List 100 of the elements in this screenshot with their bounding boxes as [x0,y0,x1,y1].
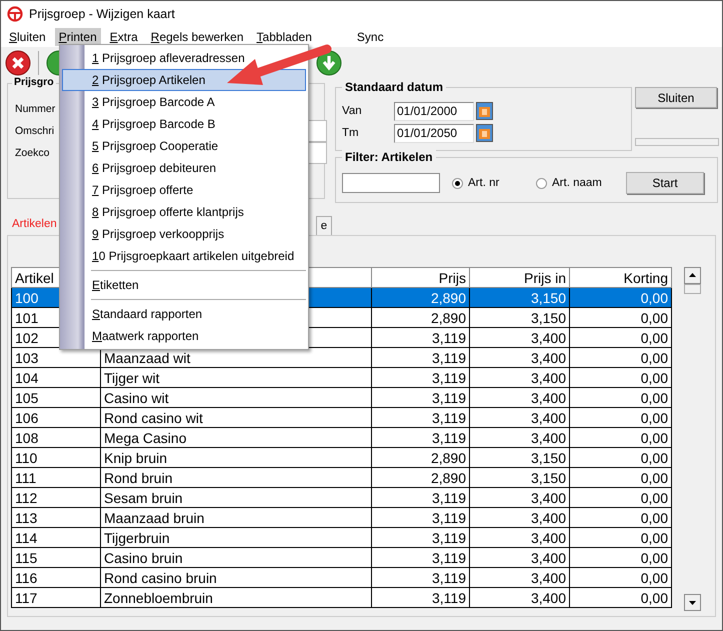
table-cell: 0,00 [640,350,668,366]
menu-bar-item[interactable]: Tabbladen [252,28,316,46]
table-cell: 3,119 [432,510,466,526]
table-cell: 3,119 [432,530,466,546]
search-field[interactable] [342,173,440,193]
table-row[interactable]: 117 Zonnebloembruin 3,119 3,400 0,00 [12,588,672,608]
menu-bar-item[interactable]: Printen [54,28,101,46]
table-cell: 0,00 [640,470,668,486]
table-cell: 3,150 [530,450,566,466]
table-cell: 0,00 [640,410,668,426]
table-cell: Sesam bruin [104,490,183,506]
scroll-thumb[interactable] [684,284,701,294]
table-row[interactable]: 104 Tijger wit 3,119 3,400 0,00 [12,368,672,388]
table-cell: 3,119 [432,570,466,586]
table-cell: 0,00 [640,530,668,546]
field-label: Van [341,105,363,117]
table-row[interactable]: 111 Rond bruin 2,890 3,150 0,00 [12,468,672,488]
table-cell: 3,119 [432,370,466,386]
table-cell: Rond casino bruin [104,570,217,586]
menu-bar-item[interactable]: Sluiten [5,28,50,46]
table-cell: 3,150 [530,470,566,486]
menu-item[interactable]: 7 Prijsgroep offerte [62,179,306,201]
calendar-icon[interactable] [476,124,493,142]
field-label: Tm [341,127,360,139]
table-cell: 3,400 [530,550,566,566]
table-cell: 3,400 [530,490,566,506]
table-cell: 3,119 [432,390,466,406]
table-row[interactable]: 112 Sesam bruin 3,119 3,400 0,00 [12,488,672,508]
table-cell: 105 [15,390,38,406]
table-cell: 3,400 [530,430,566,446]
window-title: Prijsgroep - Wijzigen kaart [29,7,175,21]
table-row[interactable]: 108 Mega Casino 3,119 3,400 0,00 [12,428,672,448]
menu-item[interactable]: 2 Prijsgroep Artikelen [62,69,306,91]
table-cell: 0,00 [640,510,668,526]
close-button[interactable]: Sluiten [635,87,717,108]
column-header[interactable]: Prijs [372,268,470,288]
table-cell: 0,00 [640,590,668,606]
menu-item[interactable]: 9 Prijsgroep verkoopprijs [62,223,306,245]
scroll-down-icon[interactable] [684,594,701,611]
table-cell: 3,150 [530,290,566,306]
menu-item[interactable]: 6 Prijsgroep debiteuren [62,157,306,179]
menu-item[interactable]: 3 Prijsgroep Barcode A [62,91,306,113]
table-cell: 3,400 [530,590,566,606]
table-cell: 3,119 [432,490,466,506]
table-row[interactable]: 105 Casino wit 3,119 3,400 0,00 [12,388,672,408]
table-cell: 3,400 [530,510,566,526]
table-cell: 3,119 [432,350,466,366]
table-cell: 0,00 [640,450,668,466]
menu-item[interactable]: 4 Prijsgroep Barcode B [62,113,306,135]
table-cell: 102 [15,330,38,346]
table-cell: Mega Casino [104,430,186,446]
table-cell: 112 [15,490,38,506]
table-cell: Rond casino wit [104,410,203,426]
table-cell: 2,890 [430,470,466,486]
table-cell: 2,890 [430,450,466,466]
table-cell: Maanzaad wit [104,350,190,366]
menu-bar-item[interactable]: Extra [106,28,142,46]
calendar-icon[interactable] [476,102,493,120]
column-header[interactable]: Korting [570,268,672,288]
table-cell: 0,00 [640,330,668,346]
table-row[interactable]: 113 Maanzaad bruin 3,119 3,400 0,00 [12,508,672,528]
table-row[interactable]: 114 Tijgerbruin 3,119 3,400 0,00 [12,528,672,548]
table-row[interactable]: 116 Rond casino bruin 3,119 3,400 0,00 [12,568,672,588]
menu-item[interactable]: 1 Prijsgroep afleveradressen [62,47,306,69]
table-cell: Knip bruin [104,450,168,466]
table-cell: 0,00 [640,290,668,306]
menu-bar-item[interactable]: Regels bewerken [146,28,248,46]
start-button[interactable]: Start [626,172,704,194]
table-cell: Casino bruin [104,550,183,566]
table-cell: 3,119 [432,330,466,346]
date-field[interactable]: 01/01/2050 [394,124,474,142]
date-field[interactable]: 01/01/2000 [394,102,474,120]
table-row[interactable]: 110 Knip bruin 2,890 3,150 0,00 [12,448,672,468]
menu-bar-item[interactable]: Sync [352,28,388,46]
table-row[interactable]: 106 Rond casino wit 3,119 3,400 0,00 [12,408,672,428]
table-cell: 0,00 [640,370,668,386]
table-cell: 3,400 [530,410,566,426]
group-title: Standaard datum [342,80,446,94]
table-cell: 0,00 [640,490,668,506]
close-icon[interactable] [5,50,31,76]
tab[interactable]: Artikelen [7,213,62,235]
table-cell: 108 [15,430,38,446]
table-cell: Zonnebloembruin [104,590,213,606]
table-cell: 3,119 [432,430,466,446]
table-cell: 3,400 [530,530,566,546]
column-header[interactable]: Prijs in [470,268,570,288]
menu-item[interactable]: 5 Prijsgroep Cooperatie [62,135,306,157]
menu-item[interactable]: 10 Prijsgroepkaart artikelen uitgebreid [62,245,306,267]
tab[interactable]: e [316,216,332,235]
table-cell: 0,00 [640,570,668,586]
table-cell: 0,00 [640,310,668,326]
radio-option[interactable]: Art. naam [536,177,616,189]
field-label: Nummer [15,103,56,115]
table-cell: 115 [15,550,38,566]
menu-item[interactable]: Maatwerk rapporten [62,325,306,347]
menu-item[interactable]: 8 Prijsgroep offerte klantprijs [62,201,306,223]
table-cell: 3,400 [530,330,566,346]
scroll-up-icon[interactable] [684,267,701,284]
radio-option[interactable]: Art. nr [452,177,524,189]
table-row[interactable]: 115 Casino bruin 3,119 3,400 0,00 [12,548,672,568]
